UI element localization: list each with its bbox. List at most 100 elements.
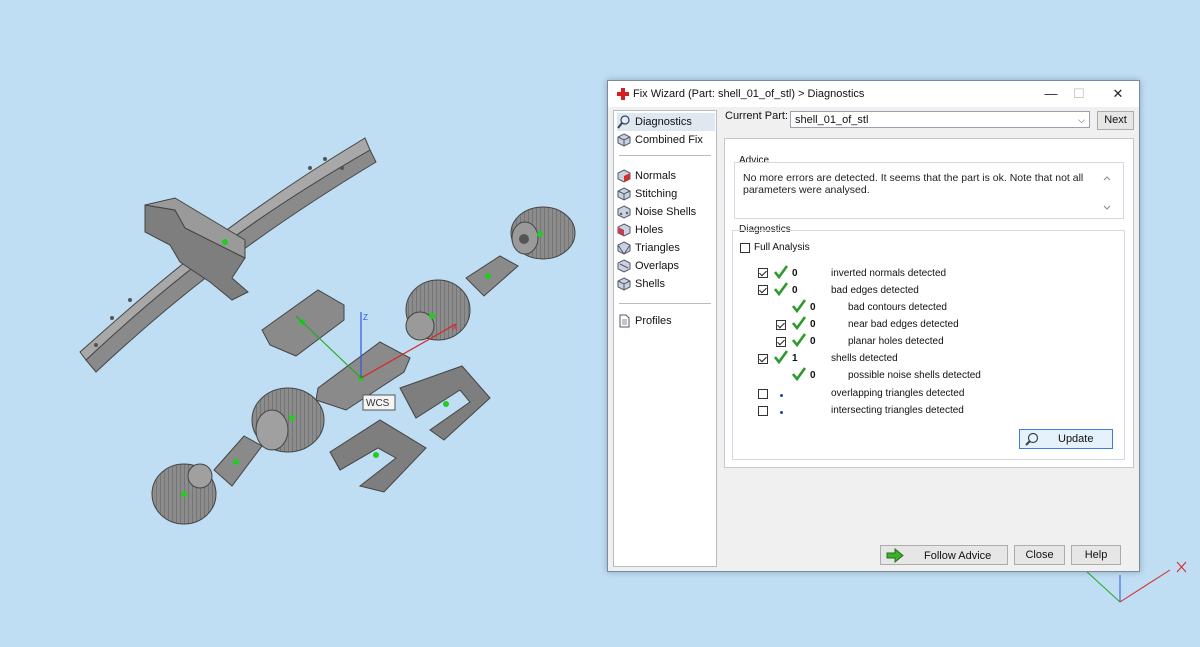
row-checkbox[interactable]: [758, 268, 768, 278]
nav-item-label: Holes: [635, 224, 664, 236]
follow-advice-button[interactable]: Follow Advice: [880, 545, 1008, 565]
pending-dot-icon: [780, 411, 783, 414]
advice-scrollbar[interactable]: [1100, 172, 1114, 214]
red-cross-icon: [617, 88, 629, 100]
dialog-title: Fix Wizard (Part: shell_01_of_stl) > Dia…: [633, 88, 865, 100]
nav-separator: [619, 303, 711, 304]
row-text: bad contours detected: [848, 302, 947, 313]
nav-item-label: Diagnostics: [635, 116, 692, 128]
row-text: planar holes detected: [848, 336, 944, 347]
nav-item-label: Overlaps: [635, 260, 680, 272]
nav-item-stitching[interactable]: Stitching: [617, 185, 715, 203]
row-text: intersecting triangles detected: [831, 405, 964, 416]
part-wheel-bottom[interactable]: [251, 387, 325, 453]
nav-item-noise-shells[interactable]: Noise Shells: [617, 203, 715, 221]
cube-icon: [617, 133, 631, 147]
nav-item-label: Profiles: [635, 315, 672, 327]
close-button[interactable]: Close: [1014, 545, 1065, 565]
part-curved-arm[interactable]: [79, 137, 377, 373]
row-count: 0: [810, 302, 816, 313]
row-count: 0: [792, 268, 798, 279]
current-part-value: shell_01_of_stl: [795, 114, 869, 126]
normals-cube-icon: [617, 169, 631, 183]
minimize-button[interactable]: —: [1036, 84, 1066, 104]
fix-wizard-dialog: Fix Wizard (Part: shell_01_of_stl) > Dia…: [607, 80, 1140, 572]
maximize-button[interactable]: ☐: [1064, 84, 1094, 104]
nav-item-label: Noise Shells: [635, 206, 697, 218]
check-icon: [774, 265, 788, 279]
full-analysis-checkbox[interactable]: [740, 243, 750, 253]
magnifier-icon: [1025, 432, 1039, 446]
nav-item-normals[interactable]: Normals: [617, 167, 715, 185]
part-plate-bottom[interactable]: [213, 435, 263, 487]
wcs-label: WCS: [366, 398, 390, 409]
wizard-nav-panel: Diagnostics Combined Fix Normals Stitchi…: [613, 110, 717, 567]
document-icon: [619, 314, 630, 328]
nav-separator: [619, 155, 711, 156]
row-checkbox[interactable]: [758, 406, 768, 416]
update-label: Update: [1058, 433, 1094, 445]
holes-cube-icon: [617, 223, 631, 237]
nav-item-label: Shells: [635, 278, 665, 290]
row-count: 0: [792, 285, 798, 296]
nav-item-diagnostics[interactable]: Diagnostics: [617, 113, 715, 131]
arrow-right-icon: [886, 548, 904, 563]
row-count: 0: [810, 370, 816, 381]
pivot-dot: [222, 239, 228, 245]
check-icon: [792, 299, 806, 313]
axis-z-label: Z: [363, 313, 368, 322]
nav-item-label: Stitching: [635, 188, 678, 200]
check-icon: [792, 316, 806, 330]
advice-text: No more errors are detected. It seems th…: [743, 172, 1084, 196]
nav-item-holes[interactable]: Holes: [617, 221, 715, 239]
full-analysis-label: Full Analysis: [754, 242, 810, 253]
part-link-bottom[interactable]: [329, 419, 427, 493]
triangles-cube-icon: [617, 241, 631, 255]
part-wheel-top[interactable]: [510, 206, 576, 260]
update-button[interactable]: Update: [1019, 429, 1113, 449]
row-count: 1: [792, 353, 798, 364]
row-checkbox[interactable]: [758, 354, 768, 364]
nav-item-label: Triangles: [635, 242, 680, 254]
row-checkbox[interactable]: [758, 285, 768, 295]
nav-item-label: Combined Fix: [635, 134, 703, 146]
part-wheel-left[interactable]: [151, 463, 217, 525]
current-part-select[interactable]: shell_01_of_stl ⌵: [790, 111, 1090, 128]
next-button[interactable]: Next: [1097, 111, 1134, 130]
chevron-down-icon: ⌵: [1078, 115, 1085, 125]
nav-item-label: Normals: [635, 170, 676, 182]
part-link-right[interactable]: [399, 365, 491, 441]
nav-item-combined-fix[interactable]: Combined Fix: [617, 131, 715, 149]
overlaps-cube-icon: [617, 259, 631, 273]
check-icon: [792, 367, 806, 381]
axis-x-label: X: [452, 323, 458, 332]
row-text: possible noise shells detected: [848, 370, 981, 381]
row-count: 0: [810, 336, 816, 347]
nav-item-overlaps[interactable]: Overlaps: [617, 257, 715, 275]
nav-item-triangles[interactable]: Triangles: [617, 239, 715, 257]
row-text: bad edges detected: [831, 285, 919, 296]
dialog-titlebar[interactable]: Fix Wizard (Part: shell_01_of_stl) > Dia…: [608, 81, 1139, 107]
pending-dot-icon: [780, 394, 783, 397]
row-checkbox[interactable]: [776, 337, 786, 347]
nav-item-shells[interactable]: Shells: [617, 275, 715, 293]
follow-advice-label: Follow Advice: [924, 550, 992, 562]
row-checkbox[interactable]: [758, 389, 768, 399]
shells-cube-icon: [617, 277, 631, 291]
part-plate-small[interactable]: [465, 255, 519, 297]
row-text: near bad edges detected: [848, 319, 959, 330]
row-text: shells detected: [831, 353, 898, 364]
noise-cube-icon: [617, 205, 631, 219]
current-part-label: Current Part:: [725, 110, 788, 122]
stitching-cube-icon: [617, 187, 631, 201]
row-count: 0: [810, 319, 816, 330]
close-window-button[interactable]: ✕: [1103, 84, 1133, 104]
check-icon: [774, 282, 788, 296]
help-button[interactable]: Help: [1071, 545, 1121, 565]
row-text: overlapping triangles detected: [831, 388, 965, 399]
check-icon: [792, 333, 806, 347]
check-icon: [774, 350, 788, 364]
part-wheel-middle[interactable]: [405, 279, 471, 341]
row-checkbox[interactable]: [776, 320, 786, 330]
nav-item-profiles[interactable]: Profiles: [617, 312, 715, 330]
